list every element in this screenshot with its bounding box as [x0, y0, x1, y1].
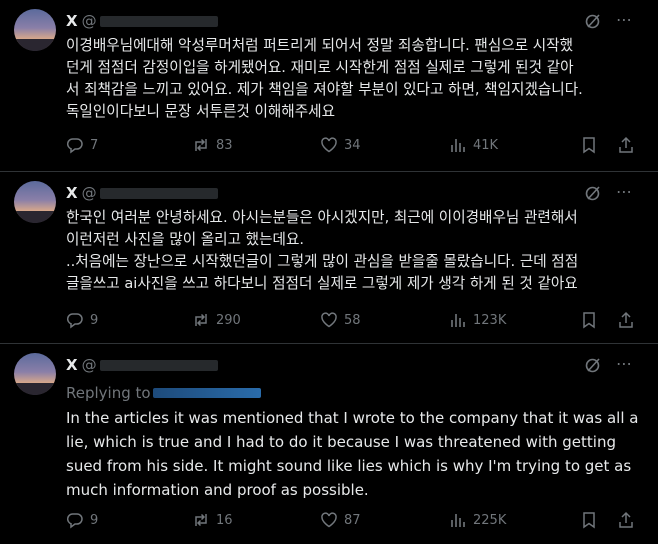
retweet-icon: [195, 313, 207, 327]
bookmark-icon: [583, 312, 595, 329]
tweet-header: X @: [66, 184, 218, 202]
blurred-handle: [99, 187, 218, 199]
reply-button[interactable]: 9: [66, 310, 98, 330]
like-count: 58: [344, 312, 361, 328]
reply-icon: [66, 313, 83, 329]
retweet-button[interactable]: 290: [192, 310, 241, 330]
share-button[interactable]: [617, 310, 635, 330]
tweet-header: X @: [66, 356, 218, 374]
tweet[interactable]: X @ ⋯ Replying to In the articles it was…: [0, 344, 658, 544]
tweet-text: 이경배우님에대해 악성루머처럼 퍼트리게 되어서 정말 죄송합니다. 팬심으로 …: [66, 37, 583, 120]
more-icon[interactable]: ⋯: [616, 356, 636, 374]
reply-count: 9: [90, 512, 99, 528]
tweet[interactable]: X @ ⋯ 이경배우님에대해 악성루머처럼 퍼트리게 되어서 정말 죄송합니다.…: [0, 0, 658, 172]
share-button[interactable]: [617, 135, 635, 155]
bookmark-icon: [583, 137, 595, 154]
views-icon: [451, 514, 465, 527]
handle-prefix: @: [81, 356, 97, 374]
blurred-reply-handle[interactable]: [152, 388, 261, 398]
like-count: 87: [344, 512, 361, 528]
retweet-button[interactable]: 16: [192, 510, 233, 530]
tweet-actions: 7 83 34 41K: [66, 135, 641, 155]
bookmark-icon: [583, 512, 595, 529]
reply-button[interactable]: 7: [66, 135, 98, 155]
like-button[interactable]: 34: [320, 135, 361, 155]
avatar[interactable]: [14, 353, 56, 395]
retweet-count: 290: [216, 312, 241, 328]
tweet-text: 한국인 여러분 안녕하세요. 아시는분들은 아시겠지만, 최근에 이이경배우님 …: [66, 209, 579, 292]
retweet-icon: [195, 138, 207, 152]
tweet-actions: 9 290 58 123K: [66, 310, 641, 330]
more-icon[interactable]: ⋯: [616, 184, 636, 202]
bookmark-button[interactable]: [580, 135, 598, 155]
avatar[interactable]: [14, 181, 56, 223]
blurred-handle: [99, 15, 218, 27]
heart-icon: [321, 312, 337, 328]
display-name[interactable]: X: [66, 356, 78, 374]
share-icon: [619, 136, 633, 153]
more-icon[interactable]: ⋯: [616, 12, 636, 30]
handle-prefix: @: [81, 12, 97, 30]
heart-icon: [321, 512, 337, 528]
tweet-text: In the articles it was mentioned that I …: [66, 409, 639, 499]
views-button[interactable]: 41K: [449, 135, 498, 155]
views-button[interactable]: 225K: [449, 510, 506, 530]
replying-to-label: Replying to: [66, 384, 151, 402]
reply-icon: [66, 138, 83, 154]
tweet[interactable]: X @ ⋯ 한국인 여러분 안녕하세요. 아시는분들은 아시겠지만, 최근에 이…: [0, 172, 658, 344]
views-count: 41K: [473, 137, 499, 153]
share-icon: [619, 511, 633, 528]
reply-button[interactable]: 9: [66, 510, 98, 530]
share-icon: [619, 311, 633, 328]
blurred-handle: [99, 359, 218, 371]
like-button[interactable]: 87: [320, 510, 361, 530]
views-icon: [451, 139, 465, 152]
retweet-count: 16: [216, 512, 233, 528]
reply-count: 9: [90, 312, 99, 328]
grok-icon[interactable]: [584, 356, 602, 374]
reply-count: 7: [90, 137, 99, 153]
replying-to: Replying to: [66, 384, 261, 402]
display-name[interactable]: X: [66, 12, 78, 30]
retweet-count: 83: [216, 137, 233, 153]
tweet-header: X @: [66, 12, 218, 30]
reply-icon: [66, 513, 83, 529]
views-count: 123K: [473, 312, 507, 328]
grok-icon[interactable]: [584, 12, 602, 30]
share-button[interactable]: [617, 510, 635, 530]
avatar[interactable]: [14, 9, 56, 51]
heart-icon: [321, 137, 337, 153]
views-icon: [451, 314, 465, 327]
views-count: 225K: [473, 512, 507, 528]
display-name[interactable]: X: [66, 184, 78, 202]
views-button[interactable]: 123K: [449, 310, 506, 330]
like-button[interactable]: 58: [320, 310, 361, 330]
handle-prefix: @: [81, 184, 97, 202]
retweet-button[interactable]: 83: [192, 135, 233, 155]
retweet-icon: [195, 513, 207, 527]
bookmark-button[interactable]: [580, 510, 598, 530]
grok-icon[interactable]: [584, 184, 602, 202]
like-count: 34: [344, 137, 361, 153]
tweet-actions: 9 16 87 225K: [66, 510, 641, 530]
bookmark-button[interactable]: [580, 310, 598, 330]
